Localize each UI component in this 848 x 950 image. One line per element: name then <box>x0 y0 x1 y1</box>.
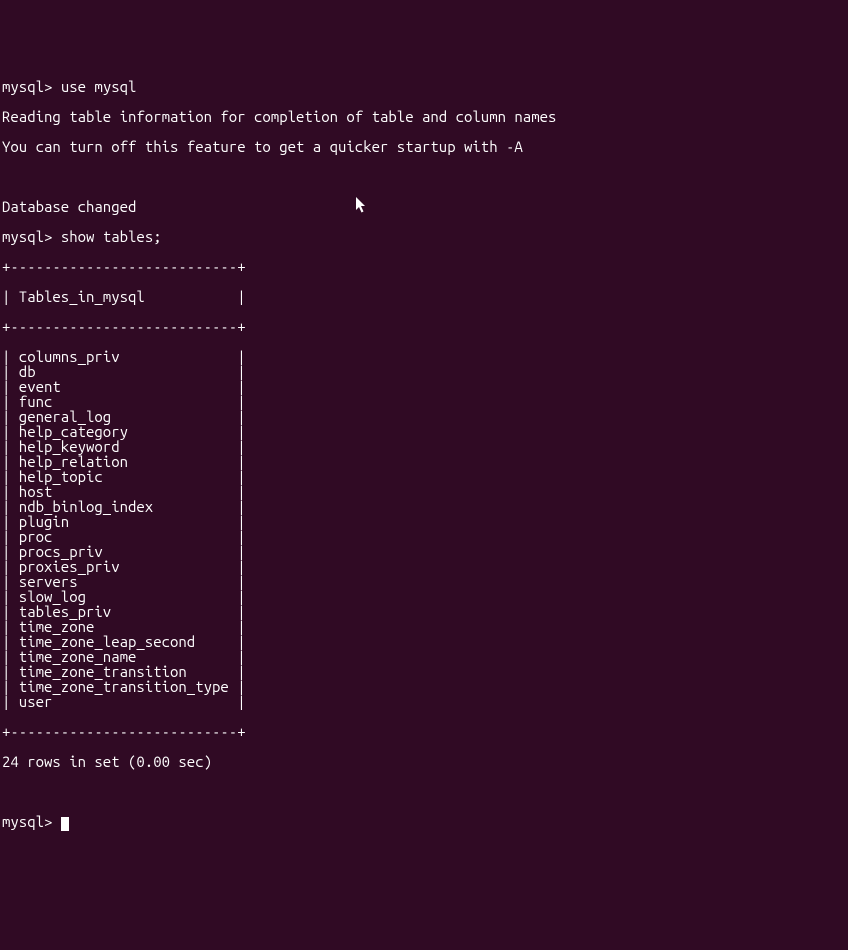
cursor-icon <box>61 817 69 831</box>
table-row: | time_zone_name | <box>2 649 848 664</box>
table-border-top: +---------------------------+ <box>2 259 848 274</box>
msg-rows-in-set: 24 rows in set (0.00 sec) <box>2 754 848 769</box>
table-row: | event | <box>2 379 848 394</box>
table-row: | time_zone_transition_type | <box>2 679 848 694</box>
table-row: | proc | <box>2 529 848 544</box>
table-row: | db | <box>2 364 848 379</box>
mysql-prompt: mysql> <box>2 78 52 95</box>
prompt-line-active[interactable]: mysql> <box>2 814 848 830</box>
table-row: | user | <box>2 694 848 709</box>
table-row: | servers | <box>2 574 848 589</box>
table-row: | help_keyword | <box>2 439 848 454</box>
table-row: | general_log | <box>2 409 848 424</box>
command-show-tables: show tables; <box>61 228 162 245</box>
prompt-line: mysql> show tables; <box>2 229 848 244</box>
table-row: | procs_priv | <box>2 544 848 559</box>
table-row: | time_zone_transition | <box>2 664 848 679</box>
table-border-bottom: +---------------------------+ <box>2 724 848 739</box>
table-row: | tables_priv | <box>2 604 848 619</box>
table-row: | columns_priv | <box>2 349 848 364</box>
command-use-db: use mysql <box>61 78 137 95</box>
prompt-line: mysql> use mysql <box>2 79 848 94</box>
table-row: | help_topic | <box>2 469 848 484</box>
table-row: | host | <box>2 484 848 499</box>
table-row: | time_zone_leap_second | <box>2 634 848 649</box>
table-row: | func | <box>2 394 848 409</box>
mysql-prompt: mysql> <box>2 813 52 830</box>
blank-line <box>2 784 848 799</box>
table-row: | slow_log | <box>2 589 848 604</box>
table-row: | ndb_binlog_index | <box>2 499 848 514</box>
table-row: | help_category | <box>2 424 848 439</box>
table-row: | proxies_priv | <box>2 559 848 574</box>
table-row: | help_relation | <box>2 454 848 469</box>
msg-turn-off: You can turn off this feature to get a q… <box>2 139 848 154</box>
msg-db-changed: Database changed <box>2 199 848 214</box>
blank-line <box>2 169 848 184</box>
table-header-row: | Tables_in_mysql | <box>2 289 848 304</box>
table-border-mid: +---------------------------+ <box>2 319 848 334</box>
msg-reading: Reading table information for completion… <box>2 109 848 124</box>
table-row: | time_zone | <box>2 619 848 634</box>
table-row: | plugin | <box>2 514 848 529</box>
terminal-output[interactable]: mysql> use mysql Reading table informati… <box>2 64 848 845</box>
mysql-prompt: mysql> <box>2 228 52 245</box>
